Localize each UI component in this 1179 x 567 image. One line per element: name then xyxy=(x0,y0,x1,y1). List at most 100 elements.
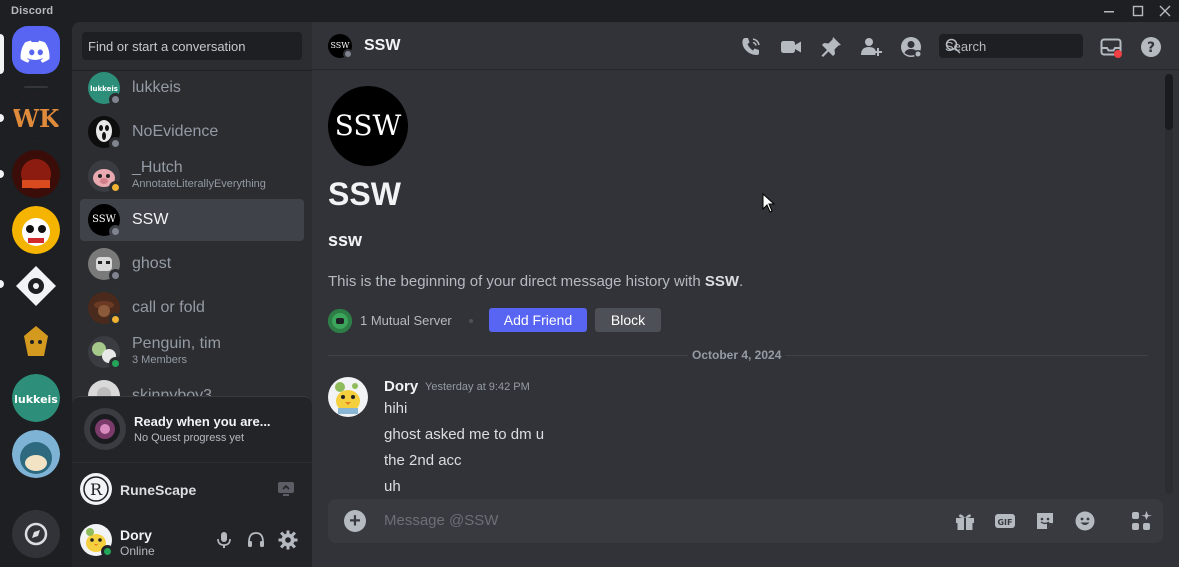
minimize-icon[interactable] xyxy=(1101,3,1117,19)
scrollbar-track[interactable] xyxy=(1165,74,1173,494)
emoji-icon[interactable] xyxy=(1074,510,1096,532)
user-name: Dory xyxy=(120,527,152,543)
dm-item-ssw[interactable]: SSW SSW xyxy=(80,199,304,241)
discord-window: Discord WK lukkeis Find or start a conve… xyxy=(0,0,1179,567)
message-text: hihi xyxy=(384,400,408,417)
avatar[interactable] xyxy=(328,377,368,417)
unread-indicator xyxy=(0,114,4,122)
history-text-name: SSW xyxy=(704,273,740,290)
separator-dot xyxy=(469,319,473,323)
find-conversation-label: Find or start a conversation xyxy=(88,39,246,54)
date-label: October 4, 2024 xyxy=(688,348,786,362)
message-text: the 2nd acc xyxy=(384,452,462,469)
discover-button[interactable] xyxy=(12,510,60,558)
status-indicator xyxy=(109,181,122,194)
gif-icon[interactable]: GIF xyxy=(994,510,1016,532)
dm-name: ghost xyxy=(132,255,172,272)
dm-name: Penguin, tim xyxy=(132,335,221,352)
maximize-icon[interactable] xyxy=(1130,3,1146,19)
status-indicator xyxy=(109,313,122,326)
gift-icon[interactable] xyxy=(954,510,976,532)
phone-call-icon[interactable] xyxy=(739,35,763,59)
server-icon-eye[interactable] xyxy=(12,262,60,310)
user-panel: Dory Online xyxy=(72,514,312,567)
attach-plus-icon[interactable]: + xyxy=(344,510,366,532)
dm-name: _Hutch xyxy=(132,159,183,176)
activity-name: RuneScape xyxy=(120,482,197,498)
stream-icon[interactable] xyxy=(277,480,295,498)
dm-name: SSW xyxy=(132,211,169,228)
runescape-logo-icon: R xyxy=(80,473,112,505)
history-text-prefix: This is the beginning of your direct mes… xyxy=(328,273,705,290)
help-icon[interactable]: ? xyxy=(1139,35,1163,59)
rail-divider xyxy=(24,86,48,88)
server-icon-panda[interactable] xyxy=(12,206,60,254)
pin-icon[interactable] xyxy=(819,35,843,59)
activity-panel[interactable]: R RuneScape xyxy=(72,462,312,514)
dm-item-ghost[interactable]: ghost xyxy=(80,243,304,285)
server-icon-snorlax[interactable] xyxy=(12,430,60,478)
svg-text:?: ? xyxy=(1147,40,1155,56)
svg-text:R: R xyxy=(90,480,103,499)
add-friend-icon[interactable] xyxy=(859,35,883,59)
microphone-icon[interactable] xyxy=(214,530,234,550)
title-bar: Discord xyxy=(0,0,1179,22)
dm-subtitle: AnnotateLiterallyEverything xyxy=(132,178,266,190)
quest-icon xyxy=(84,408,126,450)
message-timestamp: Yesterday at 9:42 PM xyxy=(425,381,530,393)
discord-logo-icon xyxy=(20,40,50,63)
svg-text:GIF: GIF xyxy=(997,518,1012,527)
server-icon-lukkeis[interactable]: lukkeis xyxy=(12,374,60,422)
scrollbar-thumb[interactable] xyxy=(1165,74,1173,130)
svg-text:WK: WK xyxy=(12,104,60,133)
dm-sidebar: Find or start a conversation lukkeis luk… xyxy=(72,22,312,567)
dm-item-lukkeis[interactable]: lukkeis lukkeis xyxy=(80,67,304,109)
dm-item-call-or-fold[interactable]: call or fold xyxy=(80,287,304,329)
server-icon-wk[interactable]: WK xyxy=(12,94,60,142)
status-indicator xyxy=(109,357,122,370)
mutual-server-icon[interactable] xyxy=(328,309,352,333)
sticker-icon[interactable] xyxy=(1034,510,1056,532)
find-conversation-button[interactable]: Find or start a conversation xyxy=(82,32,302,60)
svg-text:lukkeis: lukkeis xyxy=(90,85,118,93)
quest-subtitle: No Quest progress yet xyxy=(134,432,245,444)
quest-banner[interactable]: Ready when you are... No Quest progress … xyxy=(72,396,312,462)
search-icon xyxy=(945,38,961,54)
dm-item-penguin-tim[interactable]: Penguin, tim 3 Members xyxy=(80,331,304,373)
svg-text:lukkeis: lukkeis xyxy=(14,393,58,406)
add-friend-button[interactable]: Add Friend xyxy=(489,308,587,332)
dm-name: lukkeis xyxy=(132,79,181,96)
server-icon-carvers-crucible[interactable] xyxy=(12,150,60,198)
message-text: ghost asked me to dm u xyxy=(384,426,545,443)
active-indicator xyxy=(0,34,4,74)
message-author[interactable]: Dory xyxy=(384,378,418,395)
quest-title: Ready when you are... xyxy=(134,414,271,429)
mutual-server-count[interactable]: 1 Mutual Server xyxy=(360,313,452,328)
channel-title: SSW xyxy=(364,37,401,54)
headphones-icon[interactable] xyxy=(246,530,266,550)
close-icon[interactable] xyxy=(1157,3,1173,19)
user-profile-icon[interactable] xyxy=(899,35,923,59)
home-button[interactable] xyxy=(12,26,60,74)
message-composer[interactable]: + Message @SSW GIF xyxy=(328,499,1163,543)
inbox-icon[interactable] xyxy=(1099,35,1123,59)
block-button[interactable]: Block xyxy=(595,308,661,332)
dm-subtitle: 3 Members xyxy=(132,354,188,366)
dm-item-hutch[interactable]: _Hutch AnnotateLiterallyEverything xyxy=(80,155,304,197)
status-indicator xyxy=(109,137,122,150)
dm-item-noevidence[interactable]: NoEvidence xyxy=(80,111,304,153)
video-camera-icon[interactable] xyxy=(779,35,803,59)
server-icon-partial[interactable] xyxy=(12,486,60,500)
message-input[interactable]: Message @SSW xyxy=(384,512,498,529)
chat-area: SSW SSW Search ? SSW SSW ssw This is the… xyxy=(312,22,1179,567)
message-text: uh xyxy=(384,478,401,495)
profile-display-name: SSW xyxy=(328,176,401,212)
user-status: Online xyxy=(120,544,155,558)
unread-indicator xyxy=(0,280,4,288)
apps-icon[interactable] xyxy=(1130,510,1152,532)
server-icon-dragon[interactable] xyxy=(12,318,60,366)
gear-icon[interactable] xyxy=(278,530,298,550)
history-text-suffix: . xyxy=(739,273,744,290)
search-input[interactable]: Search xyxy=(939,34,1083,58)
mouse-cursor-icon xyxy=(762,193,776,213)
